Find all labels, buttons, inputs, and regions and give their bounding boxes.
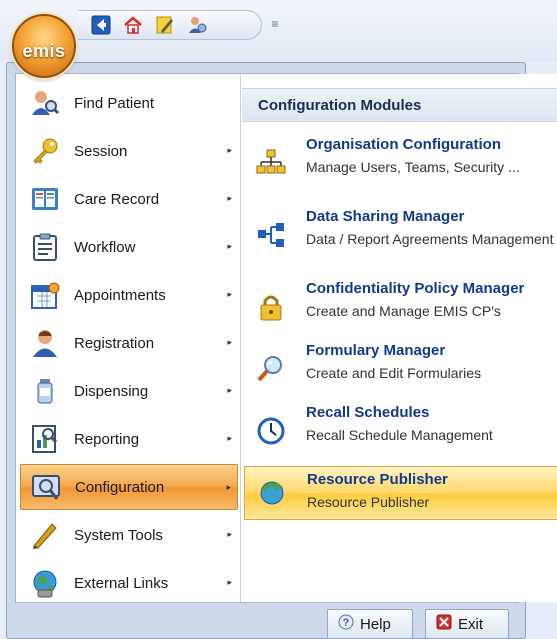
menu-item-dispensing[interactable]: Dispensing ▸	[20, 368, 238, 414]
help-label: Help	[360, 615, 391, 633]
medicine-bottle-icon	[28, 374, 62, 408]
module-description: Create and Edit Formularies	[306, 365, 482, 381]
submenu-arrow-icon: ▸	[227, 193, 232, 203]
menu-item-label: Session	[74, 142, 128, 160]
exit-icon	[436, 614, 452, 634]
menu-item-label: System Tools	[74, 526, 163, 544]
svg-text:?: ?	[343, 617, 350, 629]
home-icon[interactable]	[122, 14, 144, 36]
menu-item-label: External Links	[74, 574, 169, 592]
key-icon	[28, 134, 62, 168]
exit-button[interactable]: Exit	[425, 609, 509, 639]
edit-pencil-icon[interactable]	[154, 14, 176, 36]
clipboard-icon	[28, 230, 62, 264]
menu-item-reporting[interactable]: Reporting ▸	[20, 416, 238, 462]
submenu-arrow-icon: ▸	[227, 241, 232, 251]
exit-label: Exit	[458, 615, 484, 633]
configuration-modules-panel: Configuration Modules Organisation Confi…	[242, 74, 557, 602]
menu-item-label: Registration	[74, 334, 155, 352]
clock-icon	[254, 414, 288, 448]
care-record-icon	[28, 182, 62, 216]
menu-item-label: Dispensing	[74, 382, 149, 400]
menu-item-find-patient[interactable]: Find Patient	[20, 80, 238, 126]
org-chart-icon	[254, 146, 288, 180]
module-confidentiality-policy-manager[interactable]: Confidentiality Policy Manager Create and…	[244, 280, 557, 342]
module-title: Recall Schedules	[306, 404, 430, 421]
help-button[interactable]: ? Help	[327, 609, 413, 639]
menu-item-label: Find Patient	[74, 94, 155, 112]
data-sharing-icon	[254, 218, 288, 252]
module-data-sharing-manager[interactable]: Data Sharing Manager Data / Report Agreem…	[244, 208, 557, 270]
help-icon: ?	[338, 614, 354, 634]
menu-item-care-record[interactable]: Care Record ▸	[20, 176, 238, 222]
module-description: Create and Manage EMIS CP's	[306, 303, 501, 319]
module-title: Resource Publisher	[307, 471, 448, 488]
configuration-icon	[29, 470, 63, 504]
menu-item-label: Reporting	[74, 430, 140, 448]
module-description: Data / Report Agreements Management	[306, 231, 554, 247]
module-organisation-configuration[interactable]: Organisation Configuration Manage Users, …	[244, 136, 557, 198]
publish-icon	[255, 475, 289, 509]
submenu-arrow-icon: ▸	[227, 577, 232, 587]
module-title: Organisation Configuration	[306, 136, 501, 153]
menu-item-appointments[interactable]: Appointments ▸	[20, 272, 238, 318]
magnifier-icon	[254, 352, 288, 386]
menu-item-label: Care Record	[74, 190, 160, 208]
module-title: Data Sharing Manager	[306, 208, 465, 225]
menu-item-configuration[interactable]: Configuration ▸	[20, 464, 238, 510]
module-description: Resource Publisher	[307, 494, 430, 510]
application-menu: Find Patient Session ▸ Care Record ▸ Workflow…	[6, 62, 557, 639]
panel-header: Configuration Modules	[242, 88, 557, 122]
submenu-arrow-icon: ▸	[227, 289, 232, 299]
module-resource-publisher[interactable]: Resource Publisher Resource Publisher	[244, 466, 557, 520]
find-patient-icon	[28, 86, 62, 120]
padlock-icon	[254, 290, 288, 324]
menu-content: Find Patient Session ▸ Care Record ▸ Workflow…	[15, 73, 557, 603]
globe-icon	[28, 566, 62, 600]
module-title: Confidentiality Policy Manager	[306, 280, 525, 297]
menu-item-session[interactable]: Session ▸	[20, 128, 238, 174]
pencil-icon	[28, 518, 62, 552]
qat-customize-icon[interactable]: ≡	[268, 14, 282, 34]
menu-item-label: Appointments	[74, 286, 166, 304]
menu-item-registration[interactable]: Registration ▸	[20, 320, 238, 366]
emis-logo-label: emis	[22, 40, 66, 61]
module-title: Formulary Manager	[306, 342, 446, 359]
person-icon	[28, 326, 62, 360]
quick-access-toolbar	[78, 10, 262, 40]
bottom-bar: ? Help Exit	[7, 606, 527, 639]
module-recall-schedules[interactable]: Recall Schedules Recall Schedule Manageme…	[244, 404, 557, 466]
report-icon	[28, 422, 62, 456]
menu-item-label: Workflow	[74, 238, 136, 256]
users-icon[interactable]	[186, 14, 208, 36]
submenu-arrow-icon: ▸	[227, 529, 232, 539]
module-description: Manage Users, Teams, Security ...	[306, 159, 520, 175]
submenu-arrow-icon: ▸	[227, 433, 232, 443]
submenu-arrow-icon: ▸	[227, 337, 232, 347]
submenu-arrow-icon: ▸	[227, 385, 232, 395]
menu-item-system-tools[interactable]: System Tools ▸	[20, 512, 238, 558]
submenu-arrow-icon: ▸	[226, 482, 231, 492]
module-formulary-manager[interactable]: Formulary Manager Create and Edit Formula…	[244, 342, 557, 404]
menu-item-label: Configuration	[75, 478, 165, 496]
emis-orb-button[interactable]: emis	[12, 14, 76, 78]
module-description: Recall Schedule Management	[306, 427, 493, 443]
menu-item-external-links[interactable]: External Links ▸	[20, 560, 238, 606]
submenu-arrow-icon: ▸	[227, 145, 232, 155]
back-arrow-icon[interactable]	[90, 14, 112, 36]
left-menu: Find Patient Session ▸ Care Record ▸ Workflow…	[16, 74, 241, 602]
menu-item-workflow[interactable]: Workflow ▸	[20, 224, 238, 270]
calendar-icon	[28, 278, 62, 312]
